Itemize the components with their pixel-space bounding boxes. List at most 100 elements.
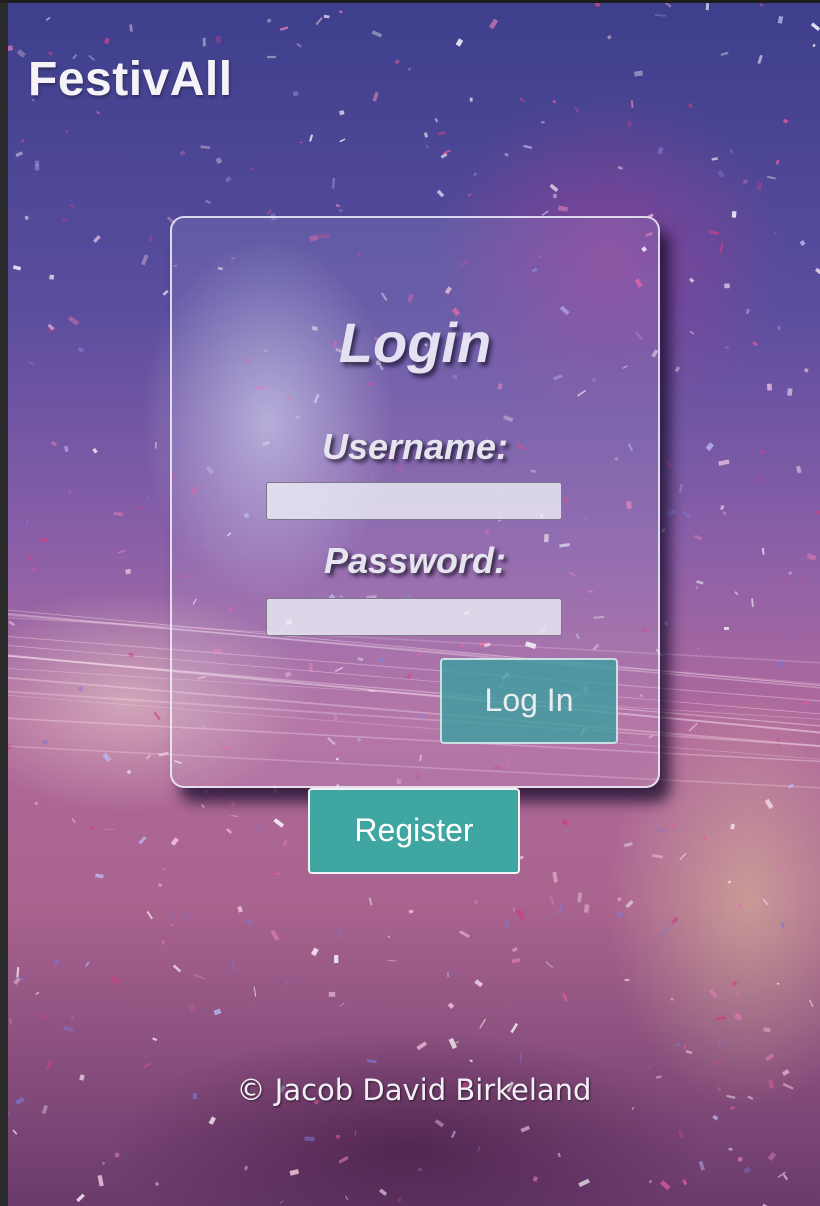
confetti-piece [215, 157, 223, 165]
confetti-piece [257, 826, 263, 832]
confetti-piece [8, 1110, 11, 1116]
confetti-piece [757, 54, 763, 64]
confetti-piece [671, 916, 679, 925]
confetti-piece [279, 26, 289, 31]
confetti-piece [574, 107, 579, 113]
confetti-piece [418, 1167, 423, 1172]
confetti-piece [244, 1165, 249, 1171]
confetti-piece [446, 972, 450, 978]
confetti-piece [372, 91, 379, 102]
confetti-piece [777, 325, 781, 331]
username-input[interactable] [266, 482, 562, 520]
confetti-piece [734, 991, 741, 998]
confetti-piece [237, 905, 243, 913]
confetti-piece [436, 189, 445, 198]
confetti-piece [469, 1059, 473, 1063]
confetti-piece [15, 151, 24, 158]
confetti-piece [687, 102, 694, 109]
confetti-piece [26, 555, 34, 563]
confetti-piece [71, 817, 76, 824]
confetti-piece [752, 341, 758, 347]
confetti-piece [366, 1059, 377, 1064]
confetti-piece [474, 979, 484, 988]
confetti-piece [170, 923, 174, 927]
confetti-piece [304, 1136, 315, 1142]
confetti-piece [705, 442, 714, 451]
login-button[interactable]: Log In [440, 658, 618, 744]
confetti-piece [8, 620, 16, 627]
confetti-piece [776, 982, 780, 985]
confetti-piece [685, 1050, 693, 1055]
confetti-piece [102, 752, 112, 763]
site-logo[interactable]: FestivAll [28, 52, 233, 107]
confetti-piece [702, 835, 706, 843]
confetti-piece [128, 652, 135, 658]
confetti-piece [557, 205, 569, 212]
confetti-piece [84, 961, 90, 967]
confetti-piece [387, 959, 397, 962]
confetti-piece [510, 1022, 519, 1034]
confetti-piece [200, 145, 211, 150]
confetti-piece [126, 769, 132, 775]
confetti-piece [674, 1042, 681, 1047]
confetti-piece [152, 1037, 158, 1042]
confetti-piece [734, 591, 739, 596]
confetti-piece [339, 10, 343, 14]
confetti-piece [39, 1013, 49, 1021]
confetti-piece [731, 211, 737, 218]
confetti-piece [339, 1002, 345, 1007]
confetti-piece [679, 853, 687, 861]
confetti-piece [63, 445, 69, 453]
password-input[interactable] [266, 598, 562, 636]
confetti-piece [552, 871, 558, 883]
confetti-piece [334, 955, 339, 963]
confetti-piece [731, 980, 738, 987]
confetti-piece [16, 967, 20, 978]
confetti-piece [109, 974, 120, 985]
confetti-piece [557, 905, 563, 915]
confetti-piece [467, 193, 472, 197]
confetti-piece [630, 100, 634, 108]
confetti-piece [479, 1018, 487, 1029]
username-label: Username: [321, 426, 509, 467]
confetti-piece [266, 209, 273, 215]
confetti-piece [188, 1004, 196, 1012]
confetti-piece [728, 1147, 733, 1151]
confetti-piece [803, 367, 809, 373]
confetti-piece [815, 267, 820, 276]
confetti-piece [202, 37, 206, 47]
confetti-piece [557, 1152, 561, 1158]
confetti-piece [661, 528, 666, 533]
confetti-piece [454, 1040, 460, 1044]
confetti-piece [782, 1174, 789, 1181]
confetti-piece [812, 43, 816, 48]
register-button[interactable]: Register [308, 788, 520, 874]
confetti-piece [148, 235, 153, 243]
confetti-piece [213, 1008, 222, 1016]
confetti-piece [759, 475, 765, 483]
confetti-piece [61, 218, 67, 221]
confetti-piece [16, 49, 26, 58]
confetti-piece [434, 1119, 445, 1128]
confetti-piece [737, 903, 743, 910]
confetti-piece [308, 134, 314, 142]
login-form: Login Username: Password: Log In [170, 216, 660, 788]
confetti-piece [577, 892, 582, 903]
confetti-piece [143, 1062, 152, 1068]
confetti-piece [674, 366, 680, 373]
confetti-piece [730, 823, 736, 830]
confetti-piece [617, 165, 623, 170]
confetti-piece [688, 722, 698, 732]
confetti-piece [145, 495, 149, 501]
confetti-piece [398, 1198, 401, 1202]
confetti-piece [215, 35, 221, 44]
confetti-piece [240, 794, 245, 799]
confetti-piece [620, 973, 623, 977]
confetti-piece [34, 160, 40, 171]
confetti-piece [104, 828, 115, 830]
confetti-piece [338, 209, 343, 212]
confetti-piece [548, 895, 555, 905]
confetti-piece [806, 553, 817, 561]
confetti-piece [477, 1146, 481, 1152]
confetti-piece [765, 1053, 775, 1062]
